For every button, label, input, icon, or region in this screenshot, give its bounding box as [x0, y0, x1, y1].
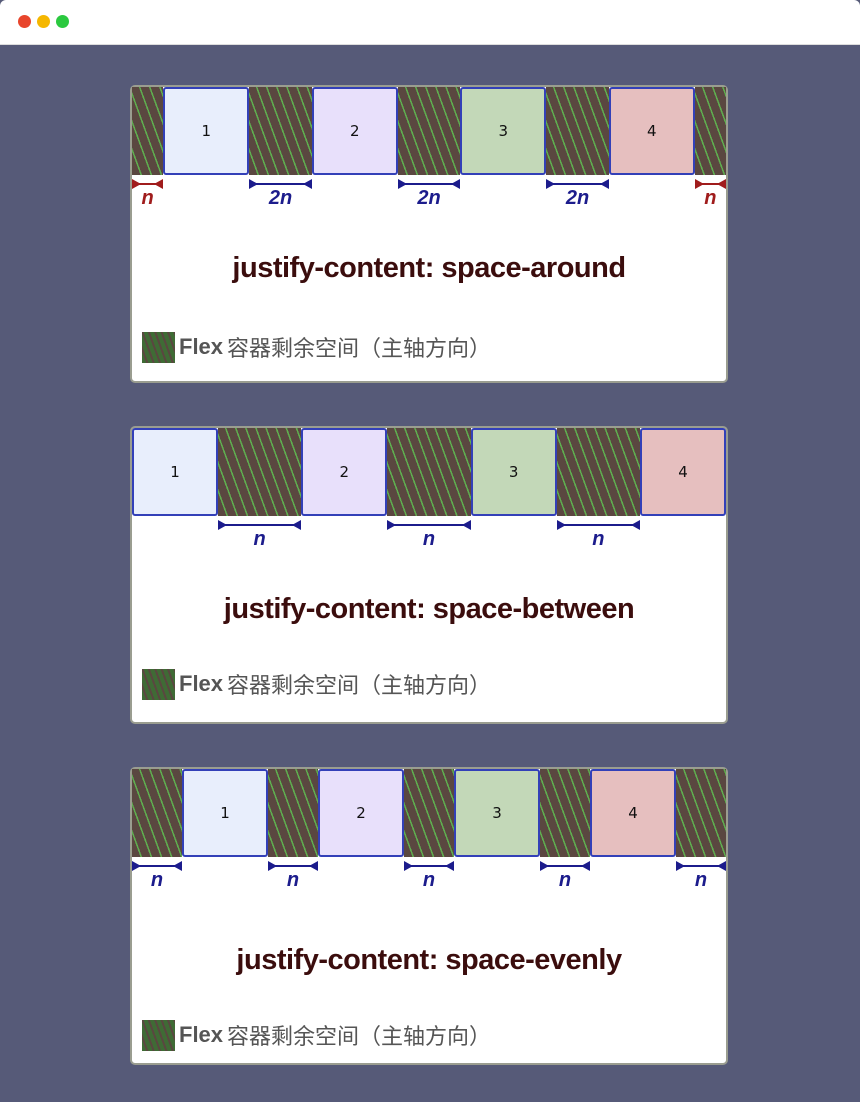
- legend-flex: Flex: [179, 334, 224, 359]
- free-space-gap: n: [218, 428, 302, 550]
- flex-item-label: 4: [628, 804, 638, 822]
- legend: Flex 容器剩余空间（主轴方向）: [142, 1019, 491, 1051]
- gap-label: n: [422, 869, 436, 891]
- free-space-gap: 2n: [249, 87, 312, 209]
- legend-flex: Flex: [179, 1022, 224, 1047]
- flex-item: 2: [318, 769, 404, 857]
- free-space-gap: n: [132, 769, 182, 891]
- gap-label: n: [694, 869, 708, 891]
- maximize-button[interactable]: [56, 15, 69, 28]
- gap-label: n: [150, 869, 164, 891]
- gap-label: 2n: [417, 187, 441, 209]
- legend-text: 容器剩余空间（主轴方向）: [227, 1025, 492, 1050]
- flex-row: n 1 n 2 n 3 n 4 n: [132, 769, 726, 891]
- flex-item-label: 1: [201, 122, 212, 140]
- flex-item: 4: [590, 769, 676, 857]
- free-space-gap: n: [387, 428, 471, 550]
- gap-label: n: [141, 187, 154, 209]
- gap-label: n: [558, 869, 572, 891]
- free-space-gap: n: [404, 769, 454, 891]
- gap-label: n: [286, 869, 300, 891]
- flex-item-label: 2: [339, 463, 350, 481]
- flex-item-label: 1: [170, 463, 180, 481]
- flex-panel: n 1 2n 2 2n 3 2n 4 n justify-content: space-aroun…: [130, 85, 728, 383]
- flex-item: 2: [301, 428, 388, 516]
- flex-item-label: 2: [349, 122, 360, 140]
- panel-title: justify-content: space-around: [232, 252, 626, 284]
- gap-label: n: [422, 528, 436, 550]
- hatch-swatch-icon: [142, 1019, 175, 1051]
- flex-item: 3: [460, 87, 547, 175]
- flex-item-label: 3: [492, 804, 502, 822]
- flex-item-label: 4: [646, 122, 657, 140]
- flex-item: 3: [470, 428, 557, 516]
- hatch-swatch-icon: [142, 668, 175, 700]
- flex-item: 4: [639, 428, 726, 516]
- hatch-swatch-icon: [142, 331, 175, 363]
- close-button[interactable]: [18, 15, 31, 28]
- legend-text: 容器剩余空间（主轴方向）: [227, 337, 492, 362]
- free-space-gap: n: [540, 769, 590, 891]
- flex-item: 1: [132, 428, 218, 516]
- gap-label: 2n: [565, 187, 590, 209]
- gap-label: n: [253, 528, 266, 550]
- flex-panel: 1 n 2 n 3 n 4 justify-content: space-between Fle…: [130, 426, 728, 724]
- flex-item: 4: [608, 87, 695, 175]
- flex-row: 1 n 2 n 3 n 4: [132, 428, 726, 550]
- legend: Flex 容器剩余空间（主轴方向）: [142, 668, 491, 700]
- free-space-gap: n: [268, 769, 318, 891]
- flex-item-label: 3: [508, 463, 519, 481]
- minimize-button[interactable]: [37, 15, 50, 28]
- free-space-gap: n: [556, 428, 640, 550]
- flex-item: 3: [454, 769, 540, 857]
- free-space-gap: n: [132, 87, 164, 209]
- flex-row: n 1 2n 2 2n 3 2n 4 n: [132, 87, 726, 209]
- gap-label: n: [704, 187, 717, 209]
- flex-item-label: 1: [220, 804, 230, 822]
- legend-text: 容器剩余空间（主轴方向）: [227, 674, 492, 699]
- flex-panel: n 1 n 2 n 3 n 4 n justify-content: space-evenly Fl…: [130, 767, 728, 1065]
- legend: Flex 容器剩余空间（主轴方向）: [142, 331, 491, 363]
- free-space-gap: 2n: [397, 87, 461, 209]
- flex-item: 2: [311, 87, 398, 175]
- free-space-gap: 2n: [546, 87, 609, 209]
- gap-label: n: [592, 528, 605, 550]
- free-space-gap: n: [694, 87, 726, 209]
- free-space-gap: n: [676, 769, 726, 891]
- flex-item-label: 4: [678, 463, 688, 481]
- flex-item: 1: [163, 87, 250, 175]
- flex-item: 1: [182, 769, 268, 857]
- panel-title: justify-content: space-evenly: [236, 944, 622, 976]
- flex-item-label: 2: [356, 804, 366, 822]
- flex-item-label: 3: [498, 122, 509, 140]
- panel-title: justify-content: space-between: [223, 593, 635, 625]
- gap-label: 2n: [268, 187, 293, 209]
- legend-flex: Flex: [179, 671, 224, 696]
- window-titlebar: [0, 0, 860, 45]
